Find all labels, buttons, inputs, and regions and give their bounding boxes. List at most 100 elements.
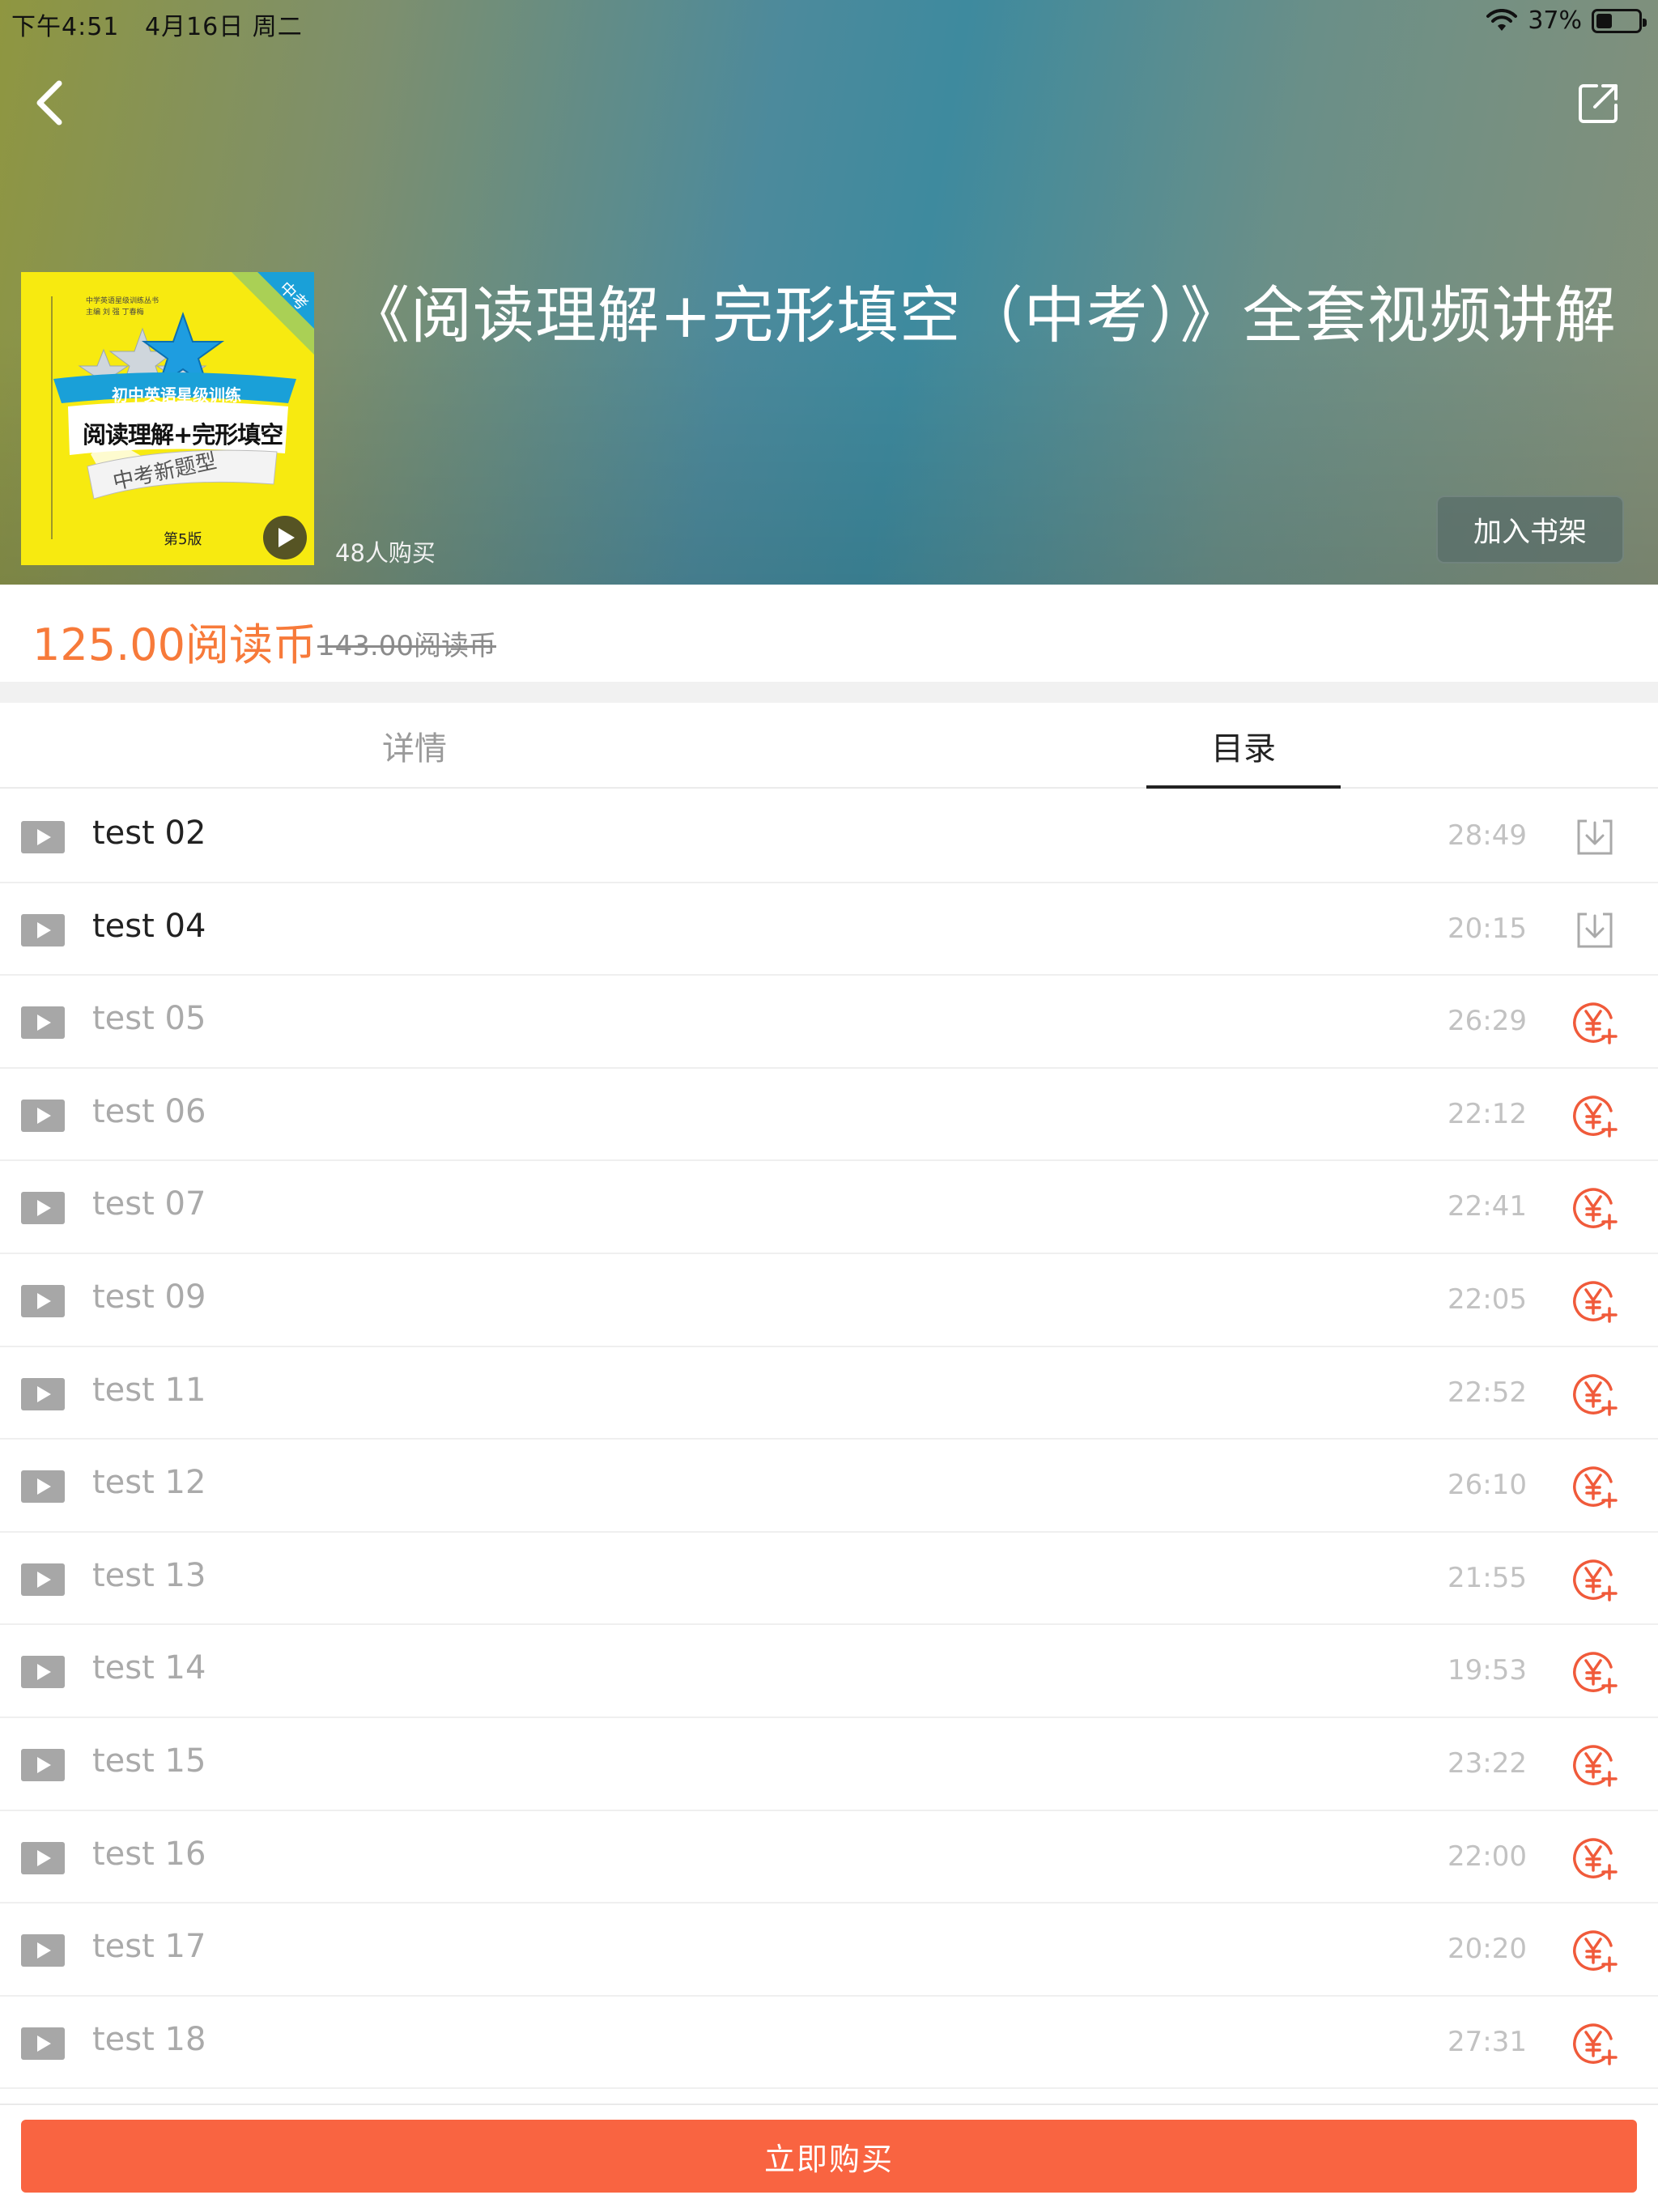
buy-episode-icon[interactable] [1571, 1555, 1619, 1604]
episode-title: test 09 [92, 1278, 206, 1316]
episode-list: test 02 28:49 test 04 20:15 test 05 26:29 test… [0, 790, 1658, 2090]
episode-title: test 12 [92, 1464, 206, 1502]
book-header: 下午4:51 4月16日 周二 37% 中学英语星级训练丛书 主编 刘 强 丁春… [0, 0, 1658, 585]
tab-bar: 详情 目录 [0, 703, 1658, 789]
buy-episode-icon[interactable] [1571, 1648, 1619, 1696]
cover-edition: 第5版 [164, 531, 202, 548]
status-time: 下午4:51 [11, 13, 120, 41]
episode-duration: 22:52 [1448, 1376, 1527, 1409]
play-icon [21, 1470, 65, 1504]
episode-row[interactable]: test 05 26:29 [0, 976, 1658, 1069]
download-icon[interactable] [1571, 906, 1619, 955]
buy-now-button[interactable]: 立即购买 [21, 2120, 1637, 2193]
episode-title: test 17 [92, 1928, 206, 1966]
episode-title: test 16 [92, 1835, 206, 1873]
play-icon [21, 1006, 65, 1040]
buy-episode-icon[interactable] [1571, 1091, 1619, 1140]
episode-title: test 13 [92, 1556, 206, 1594]
back-button[interactable] [18, 71, 81, 134]
download-icon[interactable] [1571, 813, 1619, 861]
cover-series-top: 中学英语星级训练丛书 [86, 297, 159, 305]
episode-duration: 21:55 [1448, 1561, 1527, 1594]
episode-row[interactable]: test 12 26:10 [0, 1440, 1658, 1533]
episode-row[interactable]: test 16 22:00 [0, 1811, 1658, 1904]
episode-duration: 28:49 [1448, 819, 1527, 852]
battery-percent: 37% [1528, 6, 1582, 35]
active-tab-indicator [1146, 785, 1341, 789]
add-to-shelf-button[interactable]: 加入书架 [1436, 496, 1624, 564]
episode-title: test 11 [92, 1371, 206, 1409]
buy-episode-icon[interactable] [1571, 1462, 1619, 1511]
episode-duration: 26:29 [1448, 1005, 1527, 1038]
tab-details[interactable]: 详情 [334, 703, 495, 789]
episode-row[interactable]: test 04 20:15 [0, 883, 1658, 976]
episode-row[interactable]: test 18 27:31 [0, 1997, 1658, 2090]
book-title: 《阅读理解+完形填空（中考）》全套视频讲解 [348, 279, 1617, 351]
episode-duration: 22:05 [1448, 1283, 1527, 1316]
play-icon [21, 1284, 65, 1317]
chevron-left-icon [36, 80, 62, 125]
episode-row[interactable]: test 13 21:55 [0, 1533, 1658, 1626]
status-bar: 下午4:51 4月16日 周二 37% [0, 0, 1658, 42]
tab-catalog[interactable]: 目录 [1146, 703, 1341, 789]
buyer-count: 48人购买 [335, 539, 436, 567]
play-icon [21, 1563, 65, 1596]
episode-title: test 02 [92, 815, 206, 852]
episode-title: test 14 [92, 1649, 206, 1687]
episode-row[interactable]: test 11 22:52 [0, 1347, 1658, 1440]
episode-row[interactable]: test 02 28:49 [0, 790, 1658, 883]
episode-duration: 20:15 [1448, 912, 1527, 945]
episode-title: test 06 [92, 1092, 206, 1130]
price-row: 125.00阅读币 143.00阅读币 [0, 585, 1658, 682]
current-price: 125.00阅读币 [32, 619, 317, 670]
bottom-bar: 立即购买 [0, 2104, 1658, 2212]
play-icon [21, 1192, 65, 1225]
buy-episode-icon[interactable] [1571, 1370, 1619, 1419]
play-icon [21, 821, 65, 853]
share-button[interactable] [1566, 70, 1632, 136]
episode-duration: 26:10 [1448, 1469, 1527, 1502]
play-icon [21, 1841, 65, 1874]
cover-main-title: 阅读理解+完形填空 [83, 421, 283, 449]
buy-episode-icon[interactable] [1571, 998, 1619, 1047]
episode-title: test 18 [92, 2020, 206, 2058]
episode-title: test 07 [92, 1185, 206, 1223]
episode-title: test 05 [92, 1000, 206, 1038]
episode-duration: 19:53 [1448, 1654, 1527, 1687]
episode-row[interactable]: test 09 22:05 [0, 1254, 1658, 1347]
original-price: 143.00阅读币 [317, 630, 496, 662]
play-icon [21, 1377, 65, 1410]
cover-editors: 主编 刘 强 丁春梅 [86, 308, 144, 317]
play-icon [21, 1099, 65, 1132]
play-icon [21, 1934, 65, 1967]
battery-icon [1592, 8, 1647, 33]
share-icon [1579, 84, 1618, 123]
episode-title: test 15 [92, 1742, 206, 1780]
buy-episode-icon[interactable] [1571, 1834, 1619, 1882]
play-icon [21, 913, 65, 946]
buy-episode-icon[interactable] [1571, 2019, 1619, 2068]
episode-row[interactable]: test 17 20:20 [0, 1904, 1658, 1997]
episode-row[interactable]: test 14 19:53 [0, 1625, 1658, 1718]
buy-episode-icon[interactable] [1571, 1277, 1619, 1325]
battery-fill [1596, 13, 1612, 28]
book-cover[interactable]: 中学英语星级训练丛书 主编 刘 强 丁春梅 中考 初中英语星级训练 阅读理解+完… [21, 272, 314, 565]
wifi-icon [1486, 8, 1518, 31]
buy-episode-icon[interactable] [1571, 1184, 1619, 1232]
episode-title: test 04 [92, 907, 206, 945]
episode-row[interactable]: test 06 22:12 [0, 1069, 1658, 1162]
episode-duration: 20:20 [1448, 1933, 1527, 1966]
episode-row[interactable]: test 15 23:22 [0, 1718, 1658, 1811]
cover-subtitle: 初中英语星级训练 [112, 385, 241, 405]
buy-episode-icon[interactable] [1571, 1926, 1619, 1975]
buy-episode-icon[interactable] [1571, 1741, 1619, 1789]
status-time-date: 下午4:51 4月16日 周二 [11, 6, 303, 42]
episode-duration: 23:22 [1448, 1746, 1527, 1780]
status-right: 37% [1486, 6, 1647, 35]
episode-duration: 22:12 [1448, 1097, 1527, 1130]
episode-duration: 27:31 [1448, 2025, 1527, 2058]
play-icon [21, 1656, 65, 1689]
play-icon [21, 2027, 65, 2060]
episode-row[interactable]: test 07 22:41 [0, 1161, 1658, 1254]
play-icon [21, 1748, 65, 1781]
